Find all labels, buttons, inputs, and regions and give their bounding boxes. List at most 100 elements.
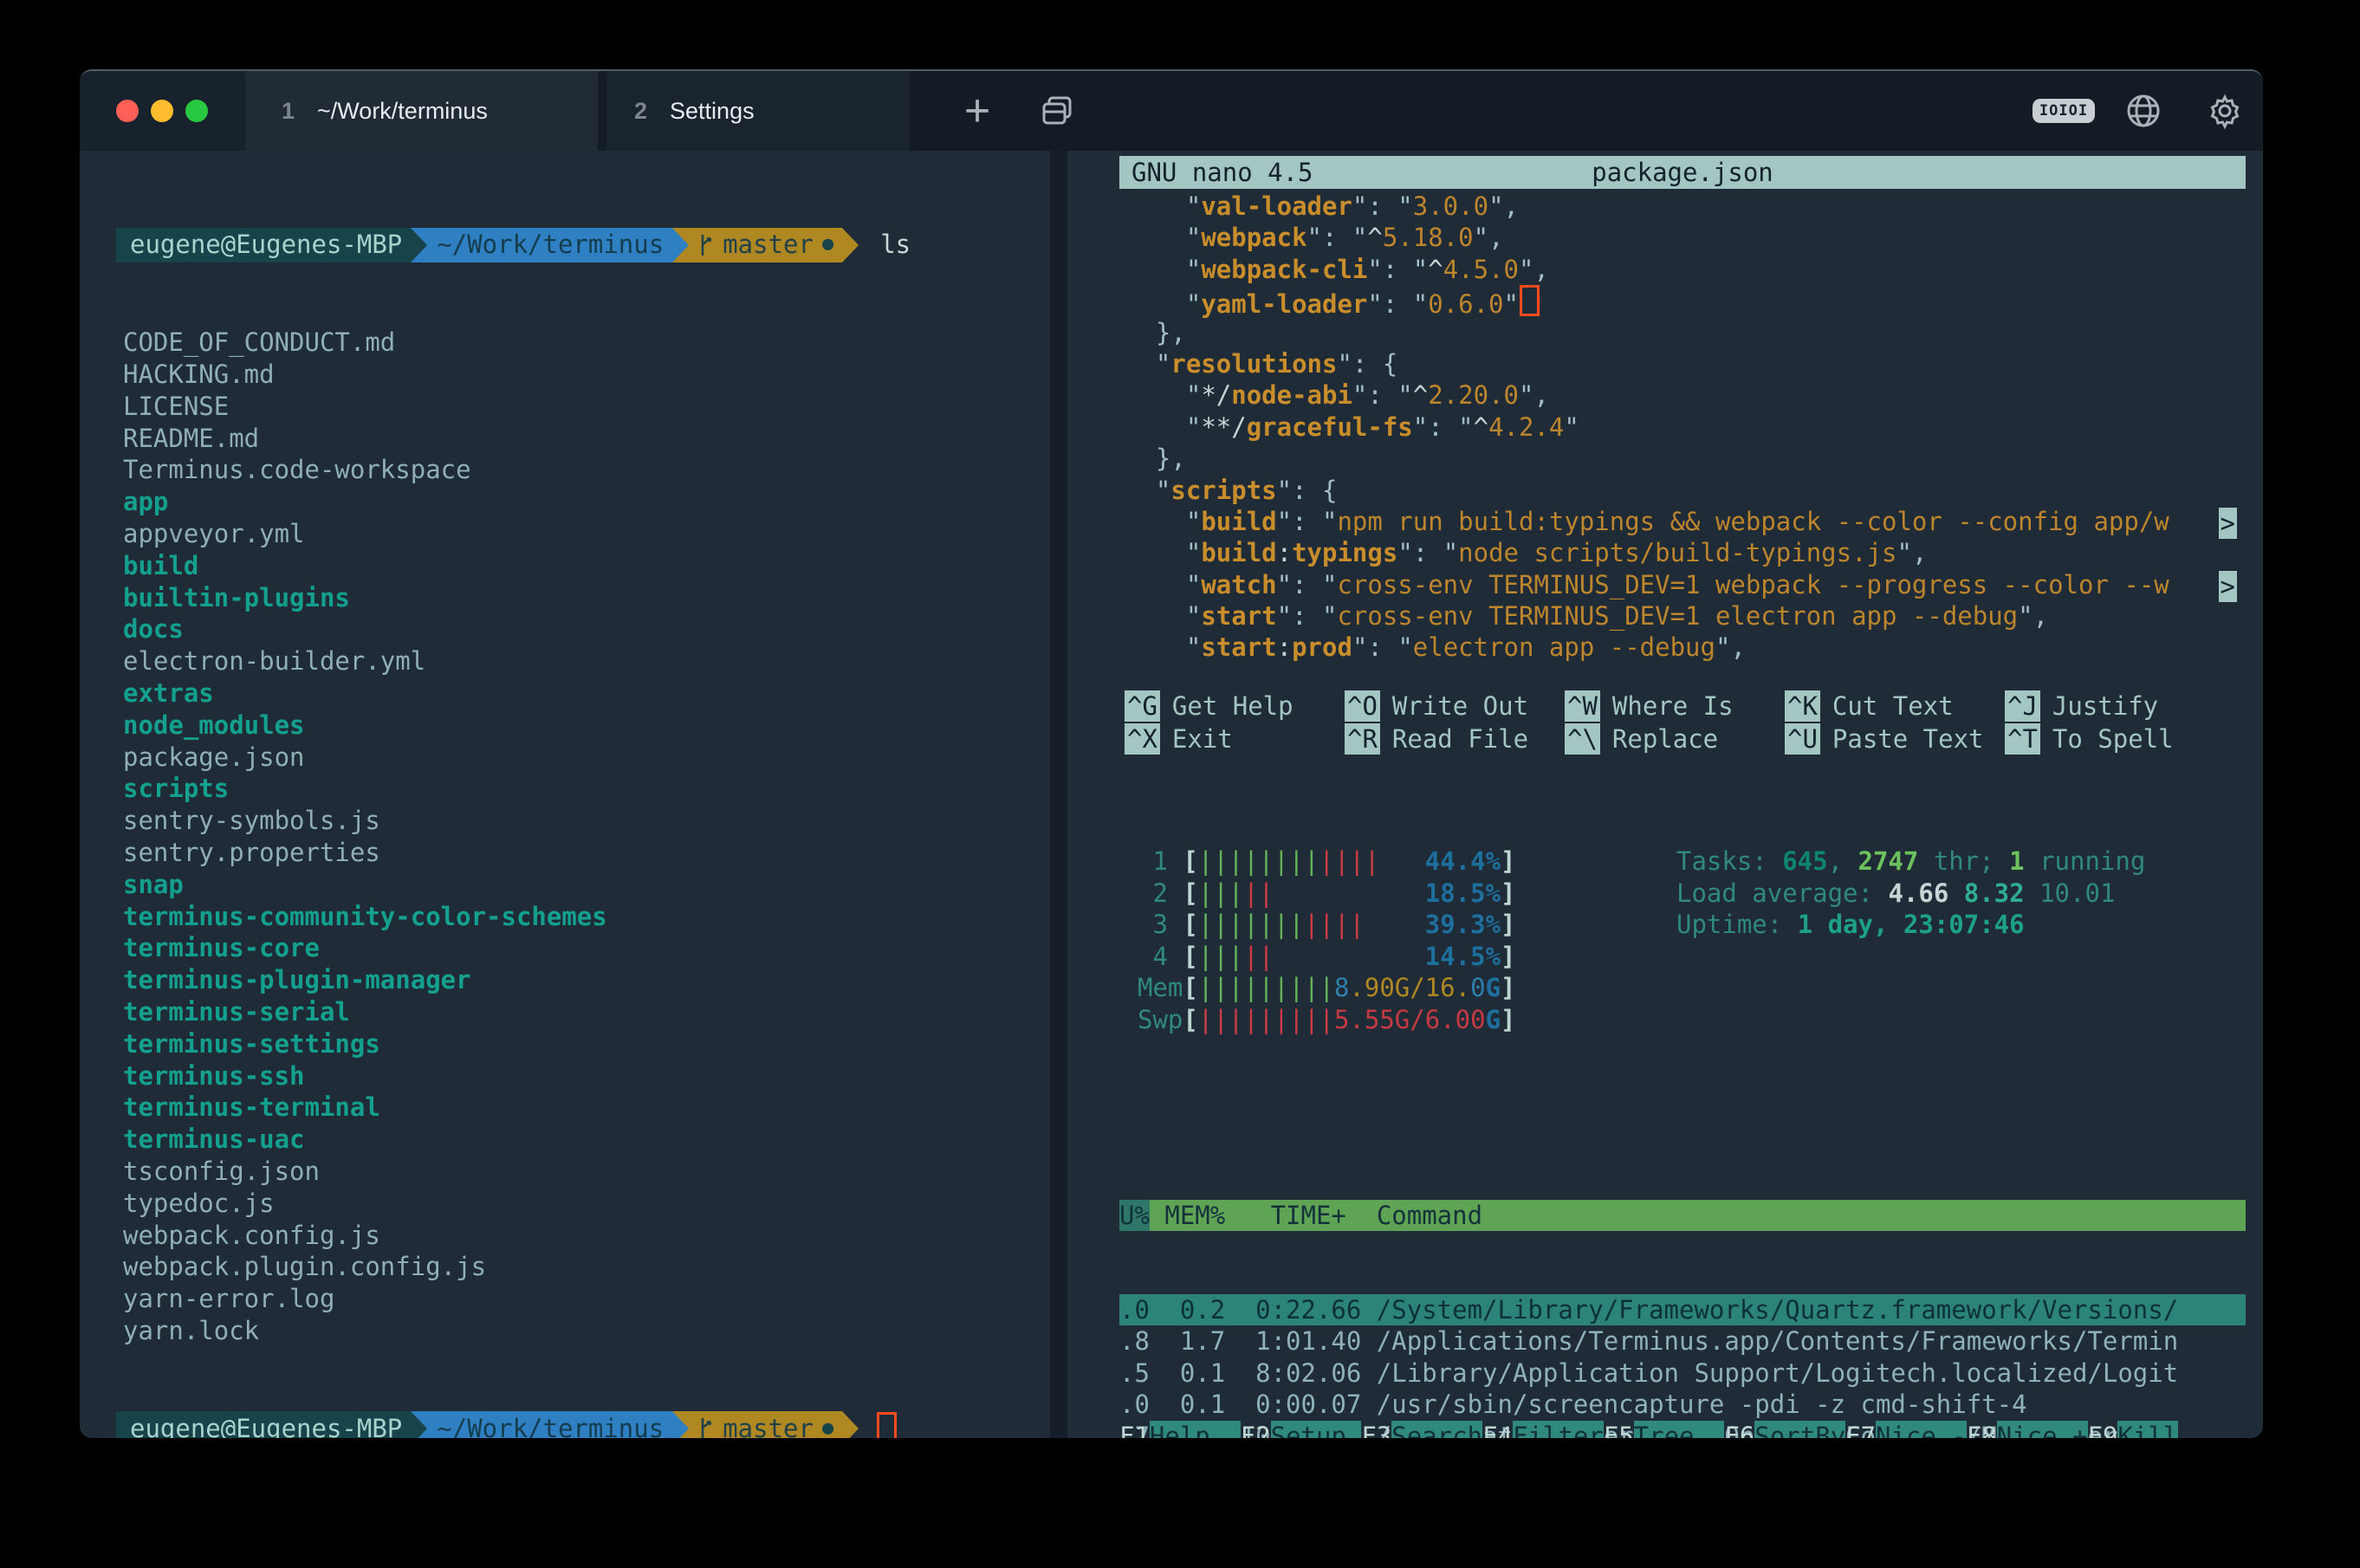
shortcut-key[interactable]: ^K [1785,690,1820,722]
nano-shortcut: ^WWhere Is [1565,690,1785,722]
nano-token: start [1201,632,1276,662]
nano-token: */ [1201,380,1231,410]
shortcut-key[interactable]: ^X [1125,723,1160,755]
serial-icon[interactable]: IOIOI [2033,71,2094,151]
git-dirty-dot: ● [822,229,833,261]
fkey-button[interactable]: Filter [1513,1421,1604,1438]
fkey-button[interactable]: Search [1391,1421,1482,1438]
fkey-button[interactable]: Nice - [1876,1421,1967,1438]
new-tab-button[interactable]: + [951,71,1003,151]
directory-entry: terminus-terminal [123,1092,1050,1124]
fkey-button[interactable]: Tree [1634,1421,1725,1438]
file-entry: CODE_OF_CONDUCT.md [123,327,1050,359]
nano-token: 4.2.4 [1488,412,1564,442]
file-entry: appveyor.yml [123,518,1050,550]
fkey-button[interactable]: Kill [2117,1421,2178,1438]
minimize-window-button[interactable] [151,100,173,122]
fkey-number: F5 [1604,1421,1634,1438]
tab-work-terminus[interactable]: 1 ~/Work/terminus [245,71,598,151]
fkey-button[interactable]: Help [1150,1421,1241,1438]
settings-gear-icon[interactable] [2197,71,2253,151]
nano-token: ": " [1277,601,1338,631]
pane-divider[interactable] [1050,151,1067,1438]
nano-token: resolutions [1170,349,1337,379]
terminal-pane-right[interactable]: package.json GNU nano 4.5 "val-loader": … [1067,151,2263,1438]
nano-token: 5.18.0 [1383,223,1474,252]
nano-token: ": " [1307,223,1368,252]
fkey-number: F6 [1724,1421,1754,1438]
process-row[interactable]: .5 0.1 8:02.06 /Library/Application Supp… [1119,1357,2246,1389]
windows-icon[interactable] [1029,71,1085,151]
meter-row: 3 [|||||||||||39.3%] [1138,909,1516,941]
shortcut-key[interactable]: ^G [1125,690,1160,722]
directory-entry: extras [123,677,1050,709]
meter-value-part: 5.55G/6.00 [1334,1005,1486,1034]
meter-bracket: ] [1501,1004,1515,1036]
directory-entry: terminus-plugin-manager [123,964,1050,996]
globe-icon[interactable] [2116,71,2171,151]
fkey-number: F2 [1241,1421,1271,1438]
fkey-number: F3 [1361,1421,1391,1438]
process-row[interactable]: .0 0.2 0:22.66 /System/Library/Framework… [1119,1294,2246,1325]
maximize-window-button[interactable] [185,100,208,122]
git-dirty-dot: ● [822,1413,833,1438]
shortcut-key[interactable]: ^O [1345,690,1380,722]
red-ticks: || [1243,878,1274,908]
directory-entry: docs [123,613,1050,645]
nano-line: "start:prod": "electron app --debug", [1125,632,2246,663]
terminal-pane-shell[interactable]: eugene@Eugenes-MBP ~/Work/terminus maste… [80,151,1050,1438]
meter-value-part: G [1486,973,1501,1002]
shortcut-key[interactable]: ^R [1345,723,1380,755]
nano-token: " [1125,223,1201,252]
fkey-button[interactable]: SortBy [1754,1421,1845,1438]
nano-token: " [1125,380,1201,410]
meter-label: 2 [1138,878,1183,910]
prompt-user-segment: eugene@Eugenes-MBP [116,1411,411,1438]
shortcut-label: Exit [1172,723,1233,755]
shortcut-key[interactable]: ^W [1565,690,1600,722]
process-row[interactable]: .8 1.7 1:01.40 /Applications/Terminus.ap… [1119,1325,2246,1357]
shortcut-label: Write Out [1392,690,1528,722]
prompt-user-segment: eugene@Eugenes-MBP [116,228,411,262]
shortcut-key[interactable]: ^J [2005,690,2040,722]
htop-table-header[interactable]: U% MEM% TIME+ Command [1119,1200,2246,1231]
meter-row: 2 [|||||18.5%] [1138,878,1516,910]
meter-value-part: .90G/16. [1349,973,1470,1002]
window-controls [80,71,245,151]
nano-token: ": " [1397,538,1458,567]
process-row[interactable]: .0 0.1 0:00.07 /usr/sbin/screencapture -… [1119,1389,2246,1420]
directory-entry: app [123,486,1050,518]
nano-token: ", [1474,223,1504,252]
process-rows: .0 0.2 0:22.66 /System/Library/Framework… [1119,1294,2246,1438]
file-entry: Terminus.code-workspace [123,454,1050,486]
green-ticks: ||| [1198,878,1243,908]
nano-shortcut: ^KCut Text [1785,690,2005,722]
directory-entry: builtin-plugins [123,582,1050,614]
shortcut-label: Replace [1612,723,1718,755]
nano-token: ": " [1352,380,1413,410]
shortcut-label: Get Help [1172,690,1293,722]
nano-token: 2.20.0 [1428,380,1519,410]
nano-token: ", [1896,538,1927,567]
nano-line: "build": "npm run build:typings && webpa… [1125,506,2246,537]
fkey-button[interactable]: Nice + [1997,1421,2088,1438]
nano-file-name: package.json [1119,157,2246,188]
meter-bar: |||||||||8.90G/16.0G [1198,972,1501,1004]
shortcut-key[interactable]: ^\ [1565,723,1600,755]
shortcut-key[interactable]: ^T [2005,723,2040,755]
tab-bar: 1 ~/Work/terminus 2 Settings + IOIOI [80,71,2263,151]
meter-bar: |||||18.5% [1198,878,1501,910]
nano-line: "yaml-loader": "0.6.0" [1125,285,2246,316]
file-entry: webpack.plugin.config.js [123,1251,1050,1283]
nano-token: watch [1201,570,1276,599]
tab-settings[interactable]: 2 Settings [606,71,910,151]
meter-ticks: ||||| [1198,878,1274,909]
meter-label: 4 [1138,941,1183,973]
fkey-button[interactable]: Setup [1271,1421,1362,1438]
close-window-button[interactable] [116,100,139,122]
shortcut-key[interactable]: ^U [1785,723,1820,755]
nano-editor-content[interactable]: "val-loader": "3.0.0", "webpack": "^5.18… [1125,191,2246,664]
shortcut-label: Read File [1392,723,1528,755]
nano-token: graceful-fs [1247,412,1413,442]
prompt-path-segment: ~/Work/terminus [411,1411,672,1438]
